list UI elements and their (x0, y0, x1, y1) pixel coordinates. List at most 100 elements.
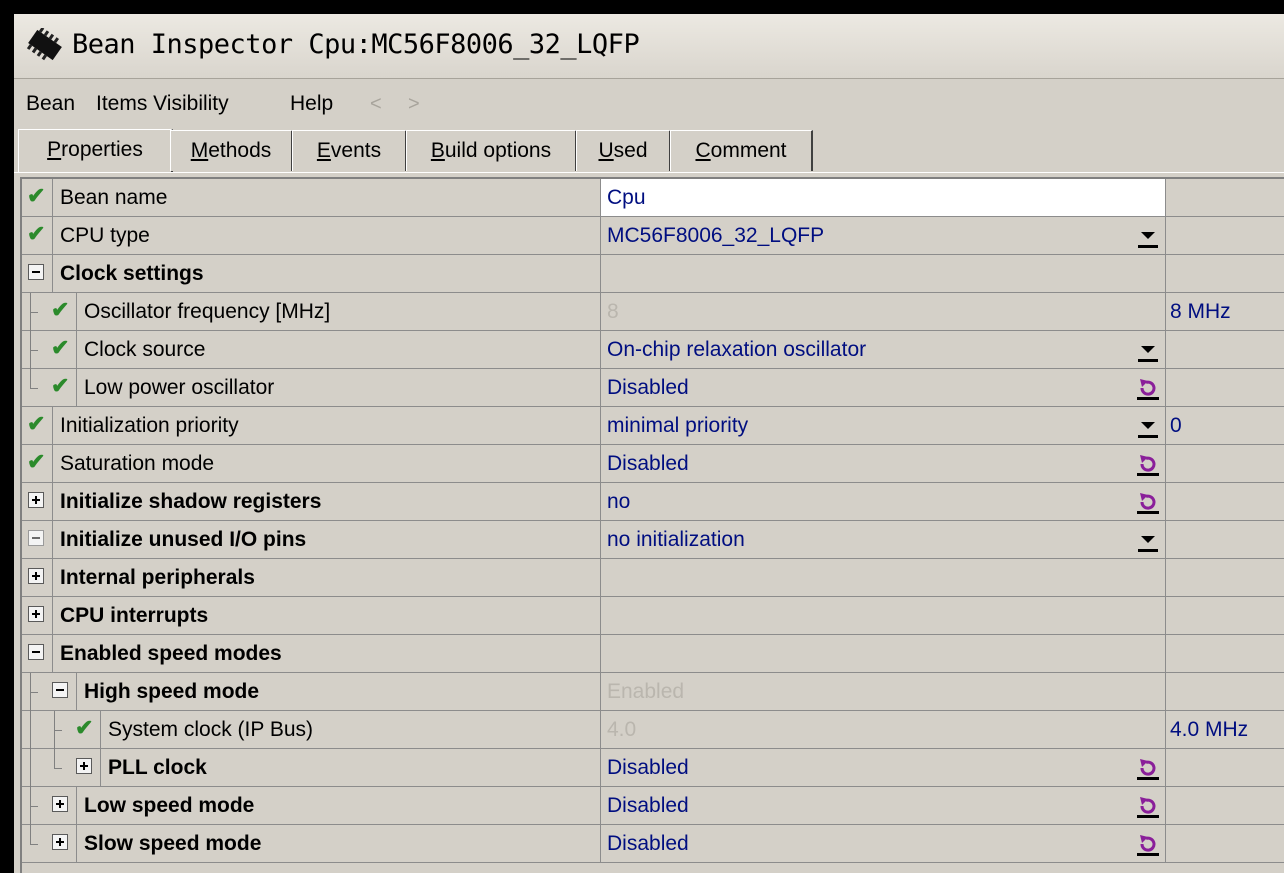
collapse-icon[interactable] (28, 264, 44, 280)
property-row-clock-source[interactable]: ✔ Clock source On-chip relaxation oscillat… (22, 331, 1284, 369)
property-value-cell[interactable]: On-chip relaxation oscillator (600, 331, 1166, 368)
property-value-cell[interactable]: Disabled (600, 445, 1166, 482)
tab-accelerator: U (598, 139, 614, 162)
menu-help[interactable]: Help (290, 86, 333, 122)
property-value-cell[interactable]: Disabled (600, 369, 1166, 406)
reset-underline (1137, 511, 1159, 514)
row-state-cell (22, 483, 53, 520)
reset-icon[interactable] (1137, 832, 1159, 856)
row-state-cell (22, 521, 53, 558)
property-row-low-speed-mode[interactable]: Low speed mode Disabled (22, 787, 1284, 825)
property-row-low-power-oscillator[interactable]: ✔ Low power oscillator Disabled (22, 369, 1284, 407)
tab-comment[interactable]: Comment (670, 130, 813, 171)
property-value-cell[interactable] (600, 597, 1166, 634)
tree-line (30, 711, 31, 749)
expand-icon[interactable] (76, 758, 92, 774)
dropdown-arrow-icon[interactable] (1137, 529, 1159, 553)
property-grid: ✔ Bean name Cpu ✔ CPU type MC56F8006_32_LQFP C… (20, 177, 1284, 873)
expander-plus-stroke (35, 610, 37, 618)
property-row-cpu-interrupts[interactable]: CPU interrupts (22, 597, 1284, 635)
dropdown-arrow-icon[interactable] (1137, 415, 1159, 439)
property-value-cell[interactable]: no initialization (600, 521, 1166, 558)
property-row-clock-settings[interactable]: Clock settings (22, 255, 1284, 293)
property-value: Disabled (607, 832, 689, 855)
title-bar[interactable]: Bean Inspector Cpu:MC56F8006_32_LQFP (14, 14, 1284, 79)
property-value-cell[interactable]: no (600, 483, 1166, 520)
expand-icon[interactable] (52, 796, 68, 812)
dropdown-underline (1138, 549, 1158, 552)
tab-label: roperties (61, 138, 143, 161)
expander-minus-stroke (32, 537, 40, 539)
property-name: Enabled speed modes (60, 642, 282, 665)
property-value-cell[interactable]: Disabled (600, 825, 1166, 862)
property-row-initialize-unused-i-o-pins[interactable]: Initialize unused I/O pins no initializat… (22, 521, 1284, 559)
reset-icon[interactable] (1137, 376, 1159, 400)
menu-items-visibility[interactable]: Items Visibility (96, 86, 229, 122)
property-value: Cpu (607, 186, 646, 209)
expand-icon[interactable] (28, 492, 44, 508)
expand-icon[interactable] (28, 568, 44, 584)
property-value-cell[interactable]: MC56F8006_32_LQFP (600, 217, 1166, 254)
property-name: Internal peripherals (60, 566, 255, 589)
tree-line (30, 844, 38, 845)
tab-build-options[interactable]: Build options (406, 130, 577, 171)
reset-icon[interactable] (1137, 490, 1159, 514)
expander-plus-stroke (59, 800, 61, 808)
reset-icon[interactable] (1137, 756, 1159, 780)
tree-line (30, 806, 38, 807)
tree-line (54, 749, 55, 768)
property-value-cell[interactable]: Disabled (600, 749, 1166, 786)
property-row-pll-clock[interactable]: PLL clock Disabled (22, 749, 1284, 787)
expander-minus-stroke (32, 271, 40, 273)
property-row-initialize-shadow-registers[interactable]: Initialize shadow registers no (22, 483, 1284, 521)
reset-underline (1137, 777, 1159, 780)
property-row-high-speed-mode[interactable]: High speed mode Enabled (22, 673, 1284, 711)
dropdown-arrow-icon[interactable] (1137, 339, 1159, 363)
expander-plus-stroke (35, 572, 37, 580)
tab-properties[interactable]: Properties (18, 129, 173, 173)
property-row-internal-peripherals[interactable]: Internal peripherals (22, 559, 1284, 597)
property-value-cell[interactable] (600, 635, 1166, 672)
property-value-cell[interactable]: minimal priority (600, 407, 1166, 444)
reset-icon[interactable] (1137, 794, 1159, 818)
tab-methods[interactable]: Methods (170, 130, 293, 171)
expander-plus-stroke (35, 496, 37, 504)
property-value-cell[interactable]: Disabled (600, 787, 1166, 824)
property-value-cell[interactable] (600, 559, 1166, 596)
collapse-icon[interactable] (28, 644, 44, 660)
property-row-enabled-speed-modes[interactable]: Enabled speed modes (22, 635, 1284, 673)
tab-used[interactable]: Used (576, 130, 671, 171)
tab-events[interactable]: Events (292, 130, 407, 171)
bean-inspector-window: Bean Inspector Cpu:MC56F8006_32_LQFP Bea… (14, 14, 1284, 873)
expander-plus-stroke (83, 762, 85, 770)
property-value-cell[interactable]: Cpu (600, 179, 1166, 216)
tab-label: sed (613, 139, 648, 162)
tab-divider (14, 172, 1284, 173)
row-state-cell: ✔ (22, 445, 53, 482)
collapse-icon[interactable] (52, 682, 68, 698)
property-row-initialization-priority[interactable]: ✔ Initialization priority minimal priority… (22, 407, 1284, 445)
property-name: CPU interrupts (60, 604, 209, 627)
property-value: Disabled (607, 756, 689, 779)
property-value-cell[interactable] (600, 255, 1166, 292)
nav-forward-icon[interactable]: > (408, 86, 420, 122)
nav-back-icon[interactable]: < (370, 86, 382, 122)
collapse-icon[interactable] (28, 530, 44, 546)
property-row-cpu-type[interactable]: ✔ CPU type MC56F8006_32_LQFP (22, 217, 1284, 255)
expand-icon[interactable] (52, 834, 68, 850)
property-row-saturation-mode[interactable]: ✔ Saturation mode Disabled (22, 445, 1284, 483)
menu-bean[interactable]: Bean (26, 86, 75, 122)
reset-icon[interactable] (1137, 452, 1159, 476)
property-row-system-clock-ip-bus[interactable]: ✔ System clock (IP Bus) 4.0 4.0 MHz (22, 711, 1284, 749)
property-row-bean-name[interactable]: ✔ Bean name Cpu (22, 179, 1284, 217)
check-icon: ✔ (27, 221, 46, 246)
property-value: no initialization (607, 528, 745, 551)
property-value: minimal priority (607, 414, 749, 437)
dropdown-arrow-icon[interactable] (1137, 225, 1159, 249)
row-state-cell (22, 635, 53, 672)
property-row-slow-speed-mode[interactable]: Slow speed mode Disabled (22, 825, 1284, 863)
property-value: Disabled (607, 452, 689, 475)
expand-icon[interactable] (28, 606, 44, 622)
property-row-oscillator-frequency-mhz[interactable]: ✔ Oscillator frequency [MHz] 8 8 MHz (22, 293, 1284, 331)
property-value: Enabled (607, 680, 685, 703)
